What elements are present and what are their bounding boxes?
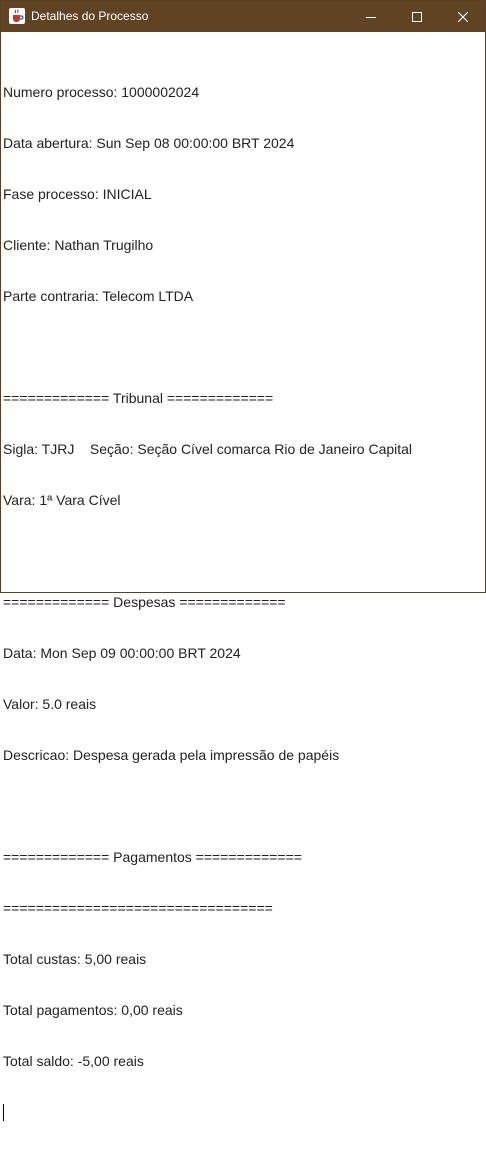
details-line: Valor: 5.0 reais bbox=[3, 696, 97, 712]
details-line bbox=[3, 543, 482, 560]
title-bar[interactable]: Detalhes do Processo bbox=[1, 1, 485, 32]
window-title: Detalhes do Processo bbox=[31, 9, 149, 23]
details-line bbox=[3, 339, 482, 356]
details-line: Descricao: Despesa gerada pela impressão… bbox=[3, 747, 340, 763]
java-coffee-cup-icon bbox=[9, 8, 25, 24]
details-line: Data abertura: Sun Sep 08 00:00:00 BRT 2… bbox=[3, 135, 295, 151]
details-line: Sigla: TJRJ Seção: Seção Cível comarca R… bbox=[3, 441, 413, 457]
details-line: Parte contraria: Telecom LTDA bbox=[3, 288, 194, 304]
close-icon bbox=[458, 11, 468, 22]
maximize-icon bbox=[412, 11, 422, 22]
details-line: ============= Tribunal ============= bbox=[3, 390, 274, 406]
text-caret bbox=[3, 1104, 4, 1121]
minimize-icon bbox=[366, 16, 376, 18]
minimize-button[interactable] bbox=[348, 1, 394, 32]
details-line bbox=[3, 798, 482, 815]
details-line: Total pagamentos: 0,00 reais bbox=[3, 1002, 183, 1018]
details-line: ============= Pagamentos ============= bbox=[3, 849, 302, 865]
details-line: Cliente: Nathan Trugilho bbox=[3, 237, 154, 253]
maximize-button[interactable] bbox=[394, 1, 440, 32]
details-line: ============= Despesas ============= bbox=[3, 594, 286, 610]
details-line: Numero processo: 1000002024 bbox=[3, 84, 200, 100]
close-button[interactable] bbox=[440, 1, 486, 32]
details-text-area[interactable]: Numero processo: 1000002024 Data abertur… bbox=[3, 50, 482, 1121]
details-line: Vara: 1ª Vara Cível bbox=[3, 492, 121, 508]
details-line: Total custas: 5,00 reais bbox=[3, 951, 147, 967]
details-line: ================================= bbox=[3, 900, 273, 916]
details-line: Data: Mon Sep 09 00:00:00 BRT 2024 bbox=[3, 645, 241, 661]
process-details-window: Detalhes do Processo Numero processo: 10… bbox=[0, 0, 486, 1121]
details-line: Total saldo: -5,00 reais bbox=[3, 1053, 144, 1069]
details-line: Fase processo: INICIAL bbox=[3, 186, 152, 202]
content-pane: Numero processo: 1000002024 Data abertur… bbox=[2, 32, 484, 1121]
